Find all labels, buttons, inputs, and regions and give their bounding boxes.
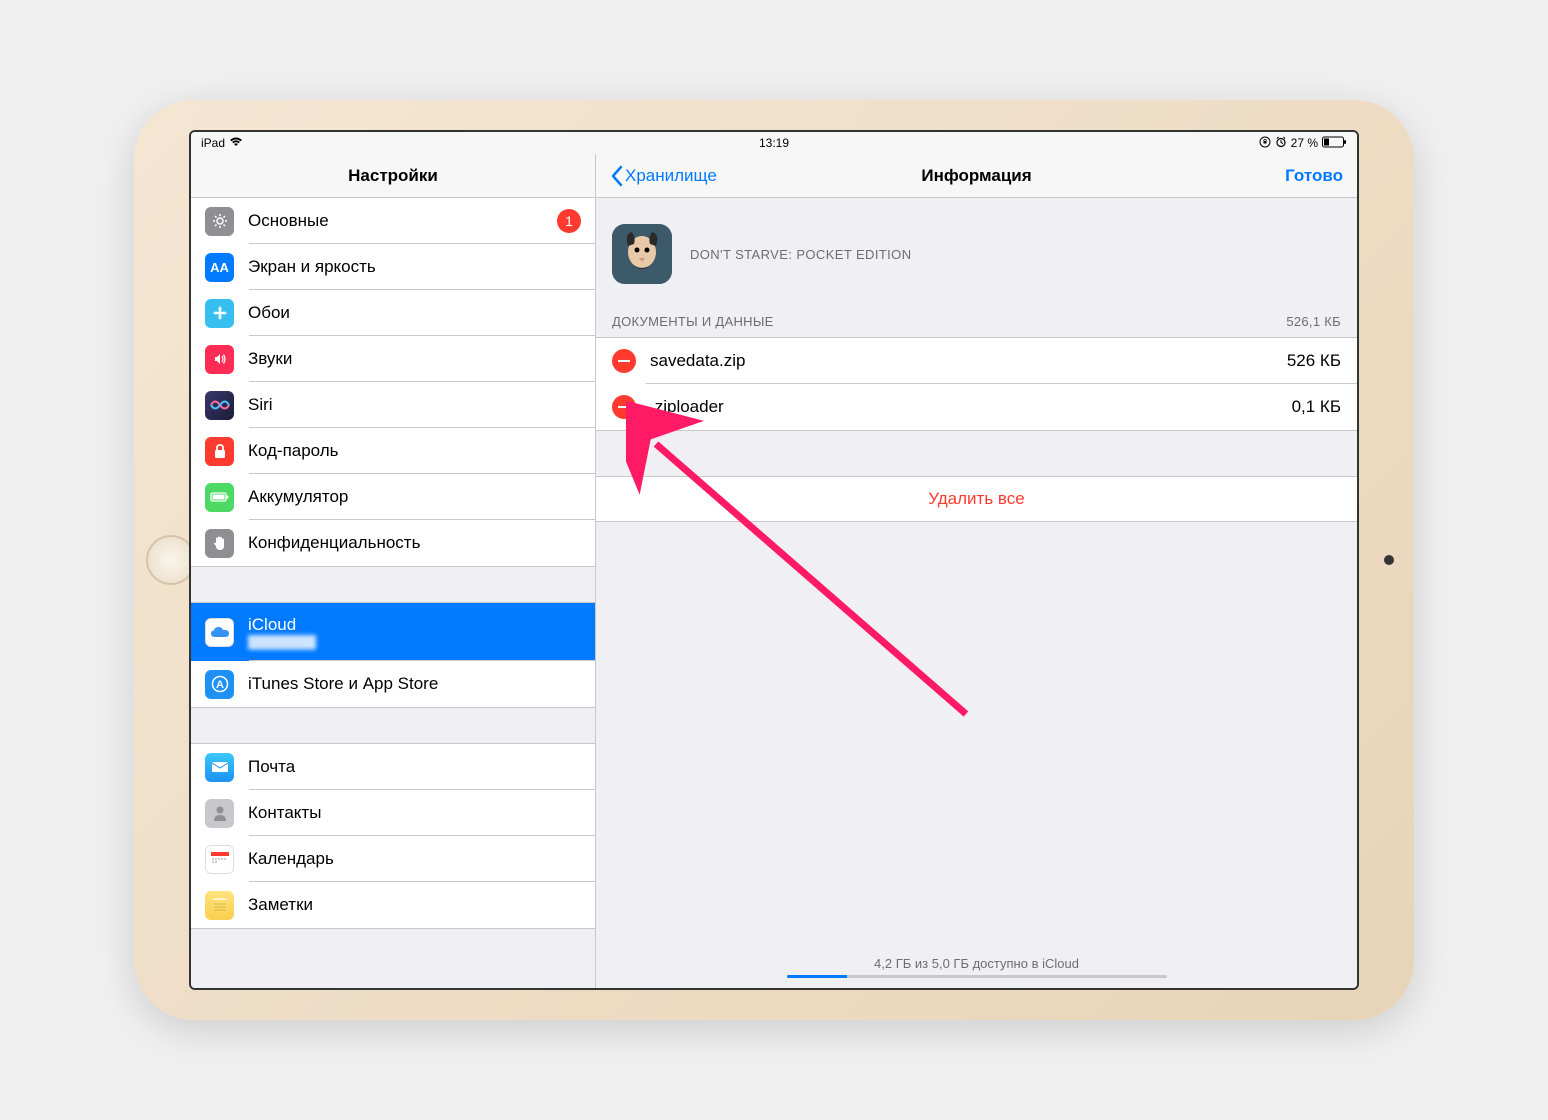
sidebar-label: Основные — [248, 211, 329, 231]
file-name: .ziploader — [650, 397, 724, 417]
storage-bar — [787, 975, 1167, 978]
ipad-frame: iPad 13:19 27 % Настрой — [134, 100, 1414, 1020]
main-header: Хранилище Информация Готово — [596, 154, 1357, 198]
back-button[interactable]: Хранилище — [610, 165, 717, 187]
siri-icon — [205, 391, 234, 420]
file-name: savedata.zip — [650, 351, 745, 371]
app-name: DON'T STARVE: POCKET EDITION — [690, 247, 911, 262]
sidebar-item-appstore[interactable]: A iTunes Store и App Store — [191, 661, 595, 707]
app-icon — [612, 224, 672, 284]
settings-sidebar: Настройки Основные 1 AA Экран и яркость … — [191, 154, 596, 988]
icloud-user: ████████ — [248, 635, 316, 649]
storage-footer: 4,2 ГБ из 5,0 ГБ доступно в iCloud — [787, 956, 1167, 978]
sidebar-label: Экран и яркость — [248, 257, 376, 277]
hand-icon — [205, 529, 234, 558]
battery-setting-icon — [205, 483, 234, 512]
sidebar-label: Почта — [248, 757, 295, 777]
section-label: ДОКУМЕНТЫ И ДАННЫЕ — [612, 314, 774, 329]
back-label: Хранилище — [625, 166, 717, 186]
calendar-icon — [205, 845, 234, 874]
sidebar-item-display[interactable]: AA Экран и яркость — [191, 244, 595, 290]
appstore-icon: A — [205, 670, 234, 699]
wifi-icon — [229, 136, 243, 150]
app-header: DON'T STARVE: POCKET EDITION — [596, 198, 1357, 306]
camera-dot — [1384, 555, 1394, 565]
file-row[interactable]: savedata.zip 526 КБ — [596, 338, 1357, 384]
lock-icon — [205, 437, 234, 466]
orientation-lock-icon — [1259, 136, 1271, 151]
status-time: 13:19 — [759, 136, 789, 150]
file-list: savedata.zip 526 КБ .ziploader 0,1 КБ — [596, 337, 1357, 431]
sidebar-item-notes[interactable]: Заметки — [191, 882, 595, 928]
screen: iPad 13:19 27 % Настрой — [189, 130, 1359, 990]
page-title: Информация — [921, 166, 1031, 186]
sidebar-item-privacy[interactable]: Конфиденциальность — [191, 520, 595, 566]
sidebar-label: Аккумулятор — [248, 487, 348, 507]
speaker-icon — [205, 345, 234, 374]
alarm-icon — [1275, 136, 1287, 151]
sidebar-item-general[interactable]: Основные 1 — [191, 198, 595, 244]
status-bar: iPad 13:19 27 % — [191, 132, 1357, 154]
sidebar-label: iTunes Store и App Store — [248, 674, 438, 694]
sidebar-item-battery[interactable]: Аккумулятор — [191, 474, 595, 520]
sidebar-title: Настройки — [191, 154, 595, 198]
contacts-icon — [205, 799, 234, 828]
display-icon: AA — [205, 253, 234, 282]
sidebar-item-icloud[interactable]: iCloud ████████ — [191, 603, 595, 661]
sidebar-item-sounds[interactable]: Звуки — [191, 336, 595, 382]
delete-file-button[interactable] — [612, 395, 636, 419]
mail-icon — [205, 753, 234, 782]
sidebar-item-passcode[interactable]: Код-пароль — [191, 428, 595, 474]
cloud-icon — [205, 618, 234, 647]
sidebar-item-wallpaper[interactable]: Обои — [191, 290, 595, 336]
sidebar-label: Заметки — [248, 895, 313, 915]
delete-all-button[interactable]: Удалить все — [596, 476, 1357, 522]
notification-badge: 1 — [557, 209, 581, 233]
sidebar-label: Звуки — [248, 349, 292, 369]
file-size: 526 КБ — [1287, 351, 1341, 371]
sidebar-label: iCloud — [248, 615, 316, 635]
section-header: ДОКУМЕНТЫ И ДАННЫЕ 526,1 КБ — [596, 306, 1357, 337]
battery-icon — [1322, 136, 1347, 151]
sidebar-label: Календарь — [248, 849, 334, 869]
gear-icon — [205, 207, 234, 236]
file-size: 0,1 КБ — [1292, 397, 1341, 417]
svg-text:A: A — [216, 679, 224, 691]
sidebar-label: Siri — [248, 395, 273, 415]
file-row[interactable]: .ziploader 0,1 КБ — [596, 384, 1357, 430]
sidebar-item-mail[interactable]: Почта — [191, 744, 595, 790]
sidebar-label: Обои — [248, 303, 290, 323]
storage-text: 4,2 ГБ из 5,0 ГБ доступно в iCloud — [874, 956, 1079, 971]
device-label: iPad — [201, 136, 225, 150]
battery-percent: 27 % — [1291, 136, 1318, 150]
main-panel: Хранилище Информация Готово DON'T STARVE… — [596, 154, 1357, 988]
section-size: 526,1 КБ — [1286, 314, 1341, 329]
notes-icon — [205, 891, 234, 920]
sidebar-label: Контакты — [248, 803, 321, 823]
done-button[interactable]: Готово — [1285, 166, 1343, 186]
sidebar-label: Код-пароль — [248, 441, 339, 461]
wallpaper-icon — [205, 299, 234, 328]
sidebar-item-siri[interactable]: Siri — [191, 382, 595, 428]
sidebar-item-calendar[interactable]: Календарь — [191, 836, 595, 882]
delete-file-button[interactable] — [612, 349, 636, 373]
sidebar-label: Конфиденциальность — [248, 533, 420, 553]
sidebar-item-contacts[interactable]: Контакты — [191, 790, 595, 836]
